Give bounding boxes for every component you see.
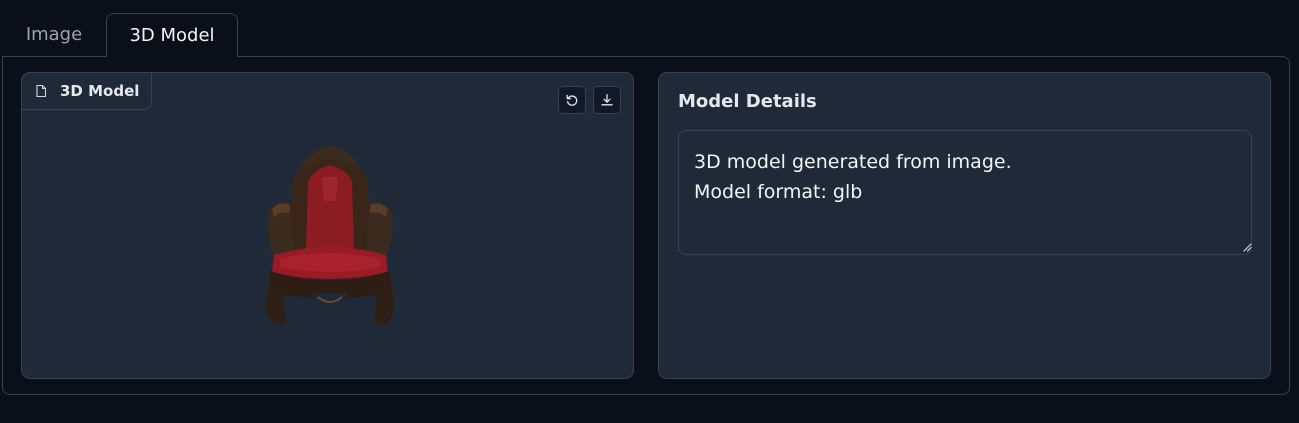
tab-bar: Image 3D Model — [0, 0, 1299, 57]
tab-image[interactable]: Image — [4, 13, 104, 57]
model-viewer-label-text: 3D Model — [60, 82, 140, 100]
model-viewer-block: 3D Model — [21, 72, 634, 379]
download-button[interactable] — [593, 86, 621, 114]
download-icon — [601, 94, 613, 106]
tab-panel-3d-model: 3D Model Model Details 3D model generate… — [2, 56, 1290, 395]
chair-model-render — [265, 145, 395, 326]
reset-view-button[interactable] — [558, 86, 586, 114]
resize-handle-icon[interactable] — [1242, 242, 1252, 252]
model-details-block: Model Details 3D model generated from im… — [658, 72, 1271, 379]
tab-3d-model[interactable]: 3D Model — [106, 13, 238, 57]
model-details-textarea[interactable]: 3D model generated from image. Model for… — [678, 130, 1252, 255]
model-details-line-2: Model format: glb — [694, 181, 863, 203]
undo-icon — [566, 94, 578, 106]
model-canvas[interactable] — [22, 111, 633, 378]
file-icon — [36, 84, 47, 98]
model-details-title: Model Details — [678, 91, 817, 112]
model-viewer-label: 3D Model — [21, 72, 153, 110]
model-details-line-1: 3D model generated from image. — [694, 151, 1012, 173]
